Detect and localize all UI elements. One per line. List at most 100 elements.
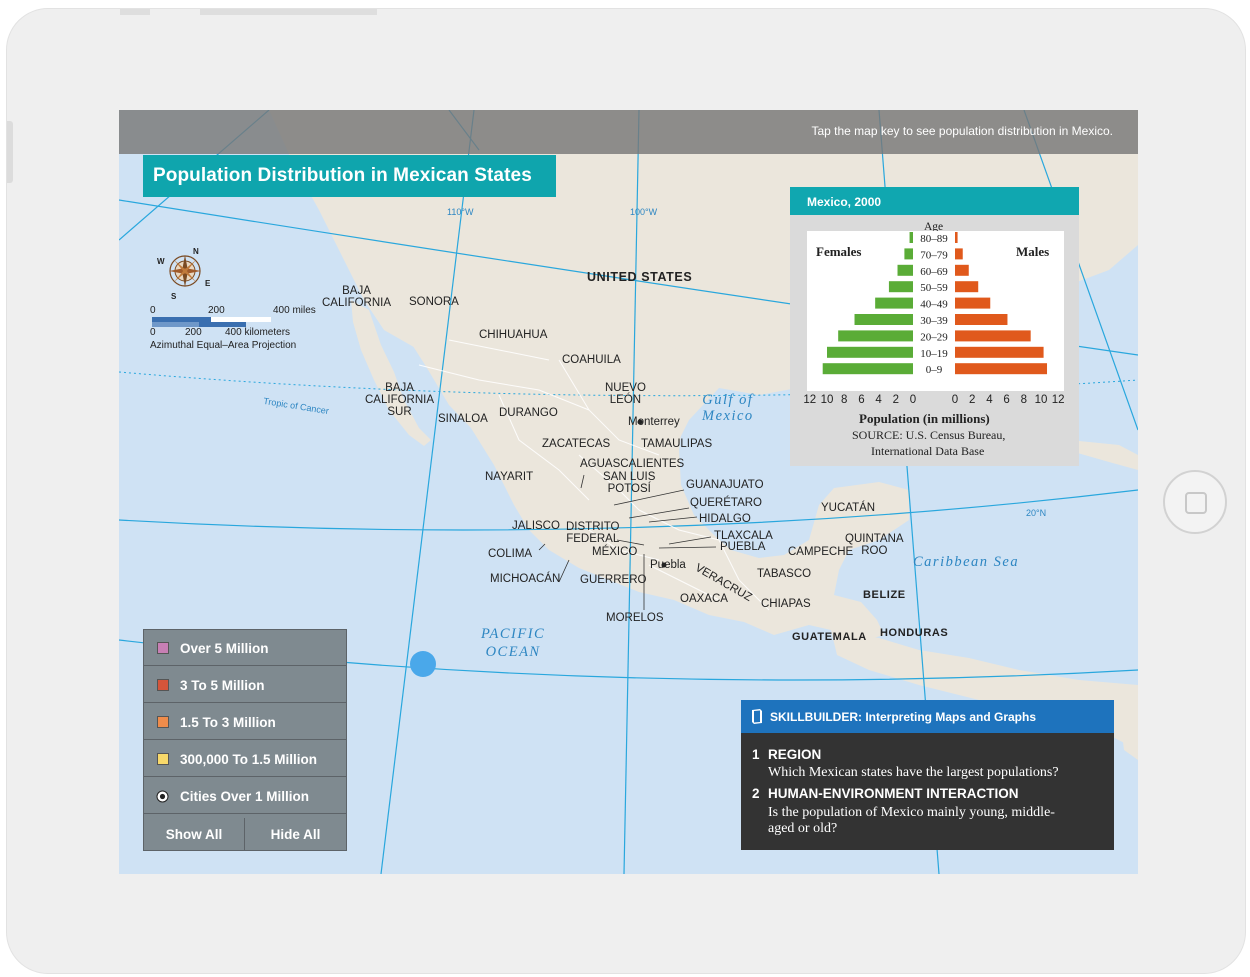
q2-body-line-2: aged or old?: [768, 821, 838, 836]
state-puebla: PUEBLA: [720, 541, 766, 553]
pyramid-xlabel: Population (in millions): [859, 411, 990, 426]
female-tick-label: 4: [875, 394, 882, 406]
pyramid-header: Mexico, 2000: [790, 187, 1079, 215]
age-group-label: 80–89: [920, 233, 948, 245]
state-zacatecas: ZACATECAS: [542, 438, 611, 450]
state-distrito-federal: DISTRITO FEDERAL: [566, 521, 620, 545]
state-guerrero: GUERRERO: [580, 574, 647, 586]
skillbuilder-panel: SKILLBUILDER: Interpreting Maps and Grap…: [741, 700, 1114, 850]
book-icon: [752, 709, 762, 724]
map-key-hint: Tap the map key to see population distri…: [811, 124, 1113, 138]
female-bar-80–89: [909, 232, 913, 243]
pyramid-source-2: International Data Base: [871, 444, 985, 458]
q2-body-line-1: Is the population of Mexico mainly young…: [768, 805, 1055, 820]
age-group-label: 0–9: [926, 364, 943, 376]
female-tick-label: 12: [803, 394, 817, 406]
male-tick-label: 4: [986, 394, 993, 406]
males-label: Males: [1016, 244, 1050, 259]
male-bar-0–9: [955, 363, 1048, 375]
state-yucatan: YUCATÁN: [821, 502, 876, 514]
state-tabasco: TABASCO: [757, 568, 812, 580]
female-bar-30–39: [854, 314, 913, 325]
age-group-label: 20–29: [920, 331, 948, 343]
legend-swatch: [157, 642, 169, 654]
compass-n: N: [193, 247, 199, 256]
compass-e: E: [205, 279, 211, 288]
state-sinaloa: SINALOA: [438, 413, 488, 425]
country-us: UNITED STATES: [587, 270, 693, 284]
show-all-button[interactable]: Show All: [144, 818, 245, 851]
legend-swatch: [157, 753, 169, 765]
age-group-label: 60–69: [920, 266, 948, 278]
city-dot-icon: [156, 790, 169, 803]
male-tick-label: 2: [968, 394, 976, 406]
state-guanajuato: GUANAJUATO: [686, 479, 764, 491]
map-title: Population Distribution in Mexican State…: [153, 165, 532, 186]
location-marker[interactable]: [410, 651, 436, 677]
state-nayarit: NAYARIT: [485, 471, 534, 483]
legend-item-1-5-to-3-million[interactable]: 1.5 To 3 Million: [144, 704, 346, 740]
age-group-label: 10–19: [920, 348, 948, 360]
city-puebla: Puebla: [650, 559, 686, 571]
female-bar-10–19: [827, 346, 913, 358]
top-bar: Tap the map key to see population distri…: [119, 110, 1138, 154]
male-bar-20–29: [955, 330, 1031, 342]
female-bar-50–59: [888, 281, 913, 293]
age-group-label: 50–59: [920, 282, 948, 294]
legend-item-300k-to-1-5-million[interactable]: 300,000 To 1.5 Million: [144, 741, 346, 777]
age-group-label: 30–39: [920, 315, 948, 327]
state-durango: DURANGO: [499, 407, 558, 419]
state-tamaulipas: TAMAULIPAS: [641, 438, 713, 450]
legend-item-over-5-million[interactable]: Over 5 Million: [144, 630, 346, 666]
male-bar-70–79: [955, 248, 963, 260]
male-tick-label: 12: [1051, 394, 1065, 406]
female-bar-70–79: [904, 248, 913, 260]
female-bar-20–29: [838, 330, 913, 342]
hide-all-button[interactable]: Hide All: [245, 818, 346, 851]
map-key: Over 5 Million 3 To 5 Million 1.5 To 3 M…: [143, 629, 347, 851]
legend-item-3-to-5-million[interactable]: 3 To 5 Million: [144, 667, 346, 703]
state-michoacan: MICHOACÁN: [490, 573, 561, 585]
home-button[interactable]: [1163, 470, 1227, 534]
male-tick-label: 8: [1020, 394, 1027, 406]
country-guatemala: GUATEMALA: [792, 631, 867, 643]
skillbuilder-header: SKILLBUILDER: Interpreting Maps and Grap…: [741, 700, 1114, 733]
q1-number: 1: [752, 747, 760, 762]
q2-number: 2: [752, 786, 760, 801]
country-belize: BELIZE: [863, 589, 906, 601]
lat-20n: 20°N: [1026, 508, 1047, 518]
state-quintana-roo: QUINTANA ROO: [845, 533, 904, 557]
male-bar-40–49: [955, 297, 991, 309]
population-pyramid: Mexico, 2000 Age 80–89 70–79 60–69 50–59 40–…: [790, 187, 1079, 466]
state-sonora: SONORA: [409, 296, 459, 308]
male-bar-60–69: [955, 264, 969, 276]
state-colima: COLIMA: [488, 548, 533, 560]
state-queretaro: QUERÉTARO: [690, 497, 762, 509]
state-baja-california: BAJA CALIFORNIA: [322, 285, 392, 309]
q1-heading: REGION: [768, 747, 822, 762]
compass-rose-icon: [169, 255, 201, 287]
age-group-label: 40–49: [920, 299, 948, 311]
legend-swatch: [157, 679, 169, 691]
state-morelos: MORELOS: [606, 612, 664, 624]
caribbean-sea: Caribbean Sea: [913, 554, 1020, 570]
age-group-label: 70–79: [920, 249, 948, 261]
legend-item-cities-over-1-million[interactable]: Cities Over 1 Million: [144, 778, 346, 814]
state-san-luis-potosi: SAN LUIS POTOSÍ: [603, 471, 656, 495]
male-bar-30–39: [955, 314, 1008, 325]
female-bar-0–9: [822, 363, 913, 375]
male-tick-label: 10: [1034, 394, 1048, 406]
pyramid-source-1: SOURCE: U.S. Census Bureau,: [852, 428, 1006, 442]
lon-100w: 100°W: [630, 207, 658, 217]
pyramid-title: Mexico, 2000: [807, 195, 882, 209]
skillbuilder-title: SKILLBUILDER: Interpreting Maps and Grap…: [770, 710, 1037, 724]
city-monterrey: Monterrey: [628, 416, 680, 428]
female-bar-40–49: [875, 297, 913, 309]
compass-w: W: [157, 257, 165, 266]
state-hidalgo: HIDALGO: [699, 513, 751, 525]
state-chiapas: CHIAPAS: [761, 598, 811, 610]
male-tick-label: 6: [1003, 394, 1010, 406]
pacific-ocean: PACIFIC OCEAN: [481, 626, 546, 660]
lon-110w: 110°W: [447, 207, 474, 217]
female-tick-label: 0: [909, 394, 917, 406]
